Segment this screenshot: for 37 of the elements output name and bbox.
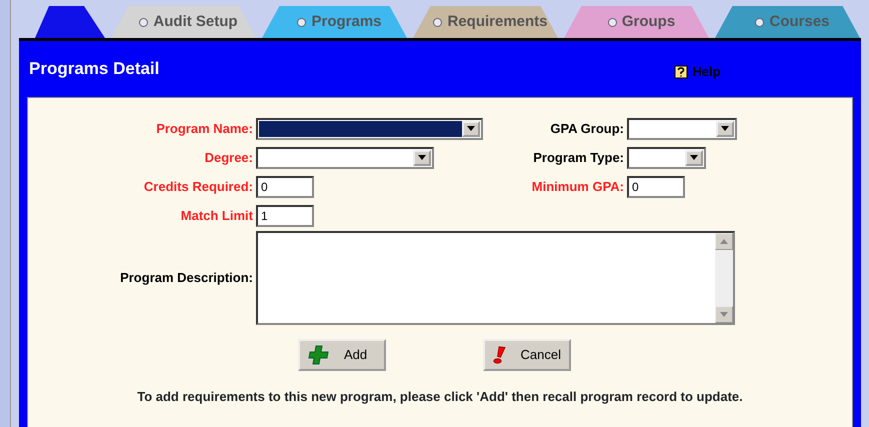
cancel-button[interactable]: Cancel: [483, 339, 571, 371]
tab[interactable]: Audit Setup: [111, 6, 256, 38]
dropdown[interactable]: [627, 118, 737, 140]
field-label: Match Limit: [180, 206, 254, 225]
dropdown[interactable]: [256, 146, 434, 168]
caret-icon: [690, 155, 698, 160]
field-label: Minimum GPA:: [530, 178, 625, 196]
input-field[interactable]: 1: [256, 204, 314, 226]
panel-title: Programs Detail: [29, 58, 160, 80]
instruction-text: To add requirements to this new program, please click 'Add' then recall program record to update.: [136, 388, 744, 406]
scroll-down-icon: [720, 312, 728, 317]
input-field[interactable]: 0: [627, 176, 685, 198]
plus-icon: [308, 345, 330, 365]
field-label: Program Name:: [155, 120, 254, 138]
description-field[interactable]: [256, 231, 735, 325]
bullet-icon: [297, 18, 306, 26]
tab[interactable]: Programs: [262, 6, 407, 38]
tab[interactable]: Requirements: [413, 6, 558, 38]
field-label: Program Description:: [119, 269, 254, 288]
scroll-up-icon: [720, 239, 728, 244]
bullet-icon: [139, 18, 148, 26]
bullet-icon: [433, 18, 442, 26]
dropdown[interactable]: [627, 146, 706, 168]
dropdown[interactable]: [256, 118, 483, 140]
field-label: Degree:: [204, 148, 254, 167]
bullet-icon: [608, 18, 617, 26]
tab[interactable]: Groups: [564, 6, 709, 38]
add-button[interactable]: Add: [298, 339, 386, 371]
caret-icon: [418, 155, 426, 160]
input-field[interactable]: 0: [256, 176, 314, 198]
field-label: GPA Group:: [549, 120, 625, 138]
field-label: Credits Required:: [142, 178, 254, 196]
help-icon: [674, 65, 688, 79]
field-label: Program Type:: [532, 148, 625, 167]
caret-icon: [721, 126, 729, 131]
bullet-icon: [755, 18, 764, 26]
caret-icon: [467, 126, 475, 131]
